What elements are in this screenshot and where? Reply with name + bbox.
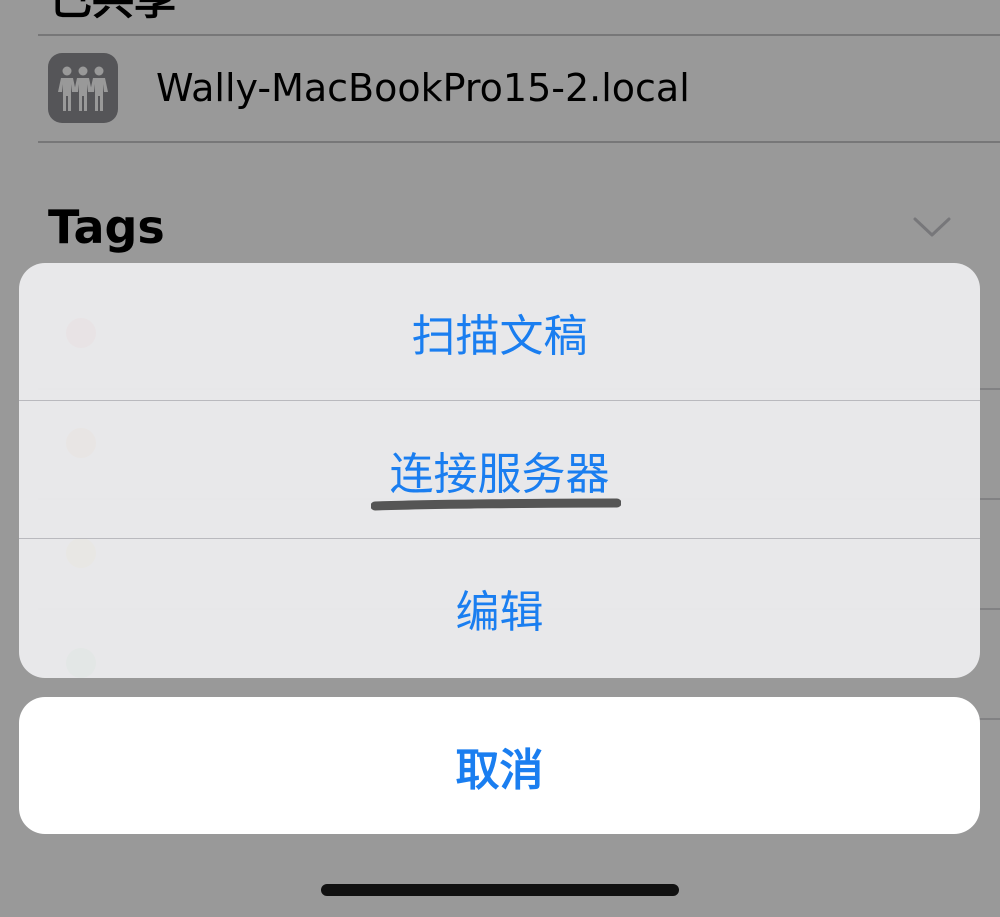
connect-server-label: 连接服务器 xyxy=(389,448,610,500)
connect-server-button[interactable]: 连接服务器 xyxy=(19,400,980,538)
action-sheet: 扫描文稿 连接服务器 编辑 xyxy=(19,263,980,678)
scan-documents-button[interactable]: 扫描文稿 xyxy=(19,263,980,400)
underline-annotation xyxy=(371,498,621,511)
cancel-button[interactable]: 取消 xyxy=(19,697,980,834)
home-indicator[interactable] xyxy=(321,884,679,896)
edit-button[interactable]: 编辑 xyxy=(19,538,980,676)
